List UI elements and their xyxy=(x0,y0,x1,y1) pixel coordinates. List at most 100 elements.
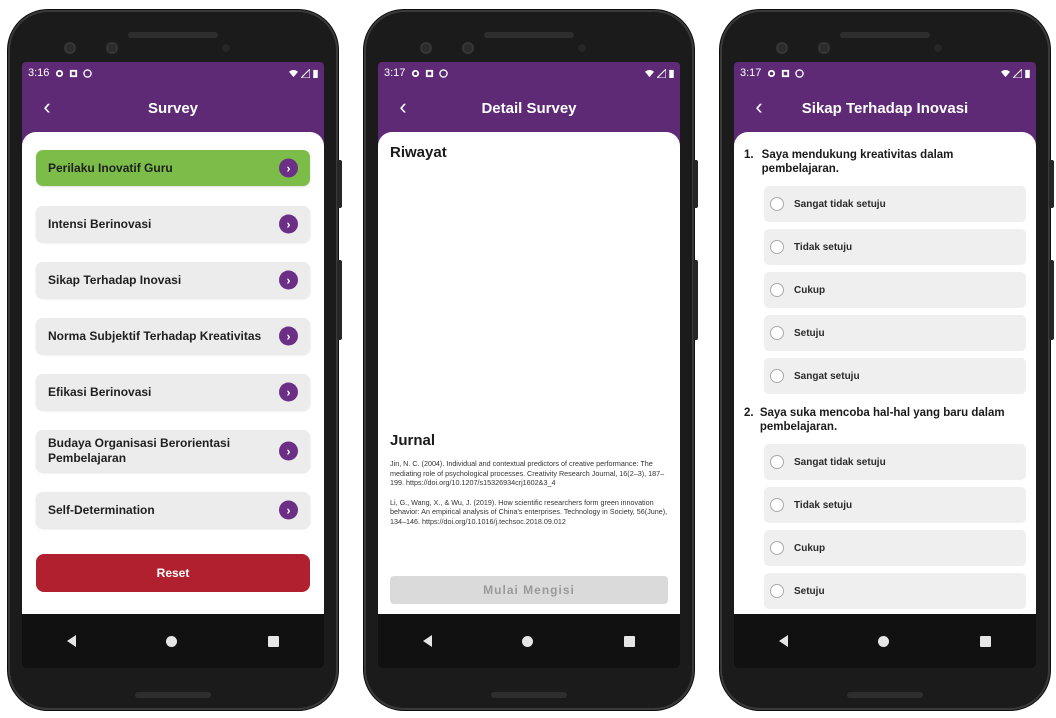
earpiece-speaker xyxy=(128,32,218,38)
nav-home-icon[interactable] xyxy=(166,635,178,647)
chevron-right-icon: › xyxy=(279,326,298,346)
battery-icon xyxy=(669,69,674,78)
proximity-sensor-icon xyxy=(222,44,230,52)
nav-back-icon[interactable] xyxy=(67,635,77,647)
back-arrow-icon: ‹ xyxy=(43,94,51,119)
radio-button[interactable] xyxy=(770,541,784,555)
earpiece-speaker xyxy=(484,32,574,38)
survey-item-efikasi-berinovasi[interactable]: Efikasi Berinovasi › xyxy=(36,374,310,410)
answer-option[interactable]: Cukup xyxy=(764,530,1026,566)
wifi-icon xyxy=(289,69,298,77)
survey-item-label: Intensi Berinovasi xyxy=(48,216,152,231)
back-arrow-icon: ‹ xyxy=(399,94,407,119)
volume-button xyxy=(337,260,342,340)
battery-icon xyxy=(1025,69,1030,78)
answer-option[interactable]: Sangat tidak setuju xyxy=(764,186,1026,222)
nav-home-icon[interactable] xyxy=(878,635,890,647)
front-camera-icon xyxy=(420,42,432,54)
detail-panel: Riwayat Jurnal Jin, N. C. (2004). Indivi… xyxy=(378,132,680,614)
question-list: 1. Saya mendukung kreativitas dalam pemb… xyxy=(734,132,1036,609)
wifi-icon xyxy=(1001,69,1010,77)
back-button[interactable]: ‹ xyxy=(744,92,774,122)
chevron-right-icon: › xyxy=(279,270,298,290)
radio-button[interactable] xyxy=(770,369,784,383)
survey-item-self-determination[interactable]: Self-Determination › xyxy=(36,492,310,528)
reference-text: Li, G., Wang, X., & Wu, J. (2019). How s… xyxy=(390,497,668,526)
wifi-icon xyxy=(645,69,654,77)
survey-item-perilaku-inovatif-guru[interactable]: Perilaku Inovatif Guru › xyxy=(36,150,310,186)
notification-icon xyxy=(70,69,78,77)
radio-button[interactable] xyxy=(770,584,784,598)
riwayat-heading: Riwayat xyxy=(390,144,447,161)
answer-option[interactable]: Tidak setuju xyxy=(764,487,1026,523)
survey-item-label: Norma Subjektif Terhadap Kreativitas xyxy=(48,328,262,343)
radio-button[interactable] xyxy=(770,326,784,340)
app-bar: ‹ Survey xyxy=(22,84,324,132)
app-bar: ‹ Sikap Terhadap Inovasi xyxy=(734,84,1036,132)
survey-item-sikap-terhadap-inovasi[interactable]: Sikap Terhadap Inovasi › xyxy=(36,262,310,298)
nav-home-icon[interactable] xyxy=(522,635,534,647)
sync-icon xyxy=(439,68,449,78)
system-nav-bar xyxy=(378,614,680,668)
nav-recents-icon[interactable] xyxy=(267,635,279,647)
answer-option[interactable]: Sangat tidak setuju xyxy=(764,444,1026,480)
radio-button[interactable] xyxy=(770,283,784,297)
status-bar: 3:16 xyxy=(22,62,324,84)
survey-item-label: Budaya Organisasi Berorientasi Pembelaja… xyxy=(48,436,231,465)
chevron-right-icon: › xyxy=(279,441,298,461)
survey-item-budaya-organisasi[interactable]: Budaya Organisasi Berorientasi Pembelaja… xyxy=(36,430,310,472)
page-title: Detail Survey xyxy=(481,99,577,117)
nav-recents-icon[interactable] xyxy=(979,635,991,647)
volume-button xyxy=(693,260,698,340)
survey-item-label: Efikasi Berinovasi xyxy=(48,384,152,399)
survey-item-intensi-berinovasi[interactable]: Intensi Berinovasi › xyxy=(36,206,310,242)
survey-item-label: Perilaku Inovatif Guru xyxy=(48,160,173,175)
option-label: Cukup xyxy=(794,284,826,296)
bottom-speaker xyxy=(135,692,211,698)
phone-frame-detail-survey: 3:17 ‹ Detail Survey Riwayat Jurnal Jin,… xyxy=(364,10,698,710)
nav-recents-icon[interactable] xyxy=(623,635,635,647)
screen-detail-survey: 3:17 ‹ Detail Survey Riwayat Jurnal Jin,… xyxy=(378,62,680,668)
radio-button[interactable] xyxy=(770,240,784,254)
option-label: Tidak setuju xyxy=(794,499,853,511)
settings-icon xyxy=(56,69,64,77)
status-time: 3:16 xyxy=(28,67,50,79)
reset-button[interactable]: Reset xyxy=(36,554,310,592)
bottom-speaker xyxy=(847,692,923,698)
question-1: 1. Saya mendukung kreativitas dalam pemb… xyxy=(744,148,1026,176)
answer-option[interactable]: Setuju xyxy=(764,315,1026,351)
phone-frame-survey: 3:16 ‹ Survey Perilaku Inovatif Guru › I… xyxy=(8,10,342,710)
start-survey-button[interactable]: Mulai Mengisi xyxy=(390,576,668,604)
radio-button[interactable] xyxy=(770,498,784,512)
survey-list-panel: Perilaku Inovatif Guru › Intensi Berinov… xyxy=(22,132,324,614)
chevron-right-icon: › xyxy=(279,214,298,234)
answer-option[interactable]: Cukup xyxy=(764,272,1026,308)
chevron-right-icon: › xyxy=(279,500,298,520)
nav-back-icon[interactable] xyxy=(423,635,433,647)
questionnaire-panel: 1. Saya mendukung kreativitas dalam pemb… xyxy=(734,132,1036,614)
option-label: Cukup xyxy=(794,542,826,554)
jurnal-section: Jurnal Jin, N. C. (2004). Individual and… xyxy=(390,432,668,527)
sensor-icon xyxy=(106,42,118,54)
survey-item-norma-subjektif[interactable]: Norma Subjektif Terhadap Kreativitas › xyxy=(36,318,310,354)
phone-frame-questionnaire: 3:17 ‹ Sikap Terhadap Inovasi 1. Saya me… xyxy=(720,10,1054,710)
question-text: Saya suka mencoba hal-hal yang baru dala… xyxy=(759,407,1005,433)
back-button[interactable]: ‹ xyxy=(32,92,62,122)
radio-button[interactable] xyxy=(770,197,784,211)
back-button[interactable]: ‹ xyxy=(388,92,418,122)
nav-back-icon[interactable] xyxy=(779,635,789,647)
answer-options-q1: Sangat tidak setuju Tidak setuju Cukup S… xyxy=(764,186,1026,394)
screen-survey: 3:16 ‹ Survey Perilaku Inovatif Guru › I… xyxy=(22,62,324,668)
screen-questionnaire: 3:17 ‹ Sikap Terhadap Inovasi 1. Saya me… xyxy=(734,62,1036,668)
front-camera-icon xyxy=(64,42,76,54)
option-label: Sangat tidak setuju xyxy=(794,198,886,210)
answer-option[interactable]: Tidak setuju xyxy=(764,229,1026,265)
reference-text: Jin, N. C. (2004). Individual and contex… xyxy=(390,459,665,488)
radio-button[interactable] xyxy=(770,455,784,469)
survey-item-label: Sikap Terhadap Inovasi xyxy=(48,272,182,287)
sync-icon xyxy=(795,68,805,78)
answer-option[interactable]: Setuju xyxy=(764,573,1026,609)
answer-option[interactable]: Sangat setuju xyxy=(764,358,1026,394)
proximity-sensor-icon xyxy=(578,44,586,52)
system-nav-bar xyxy=(22,614,324,668)
